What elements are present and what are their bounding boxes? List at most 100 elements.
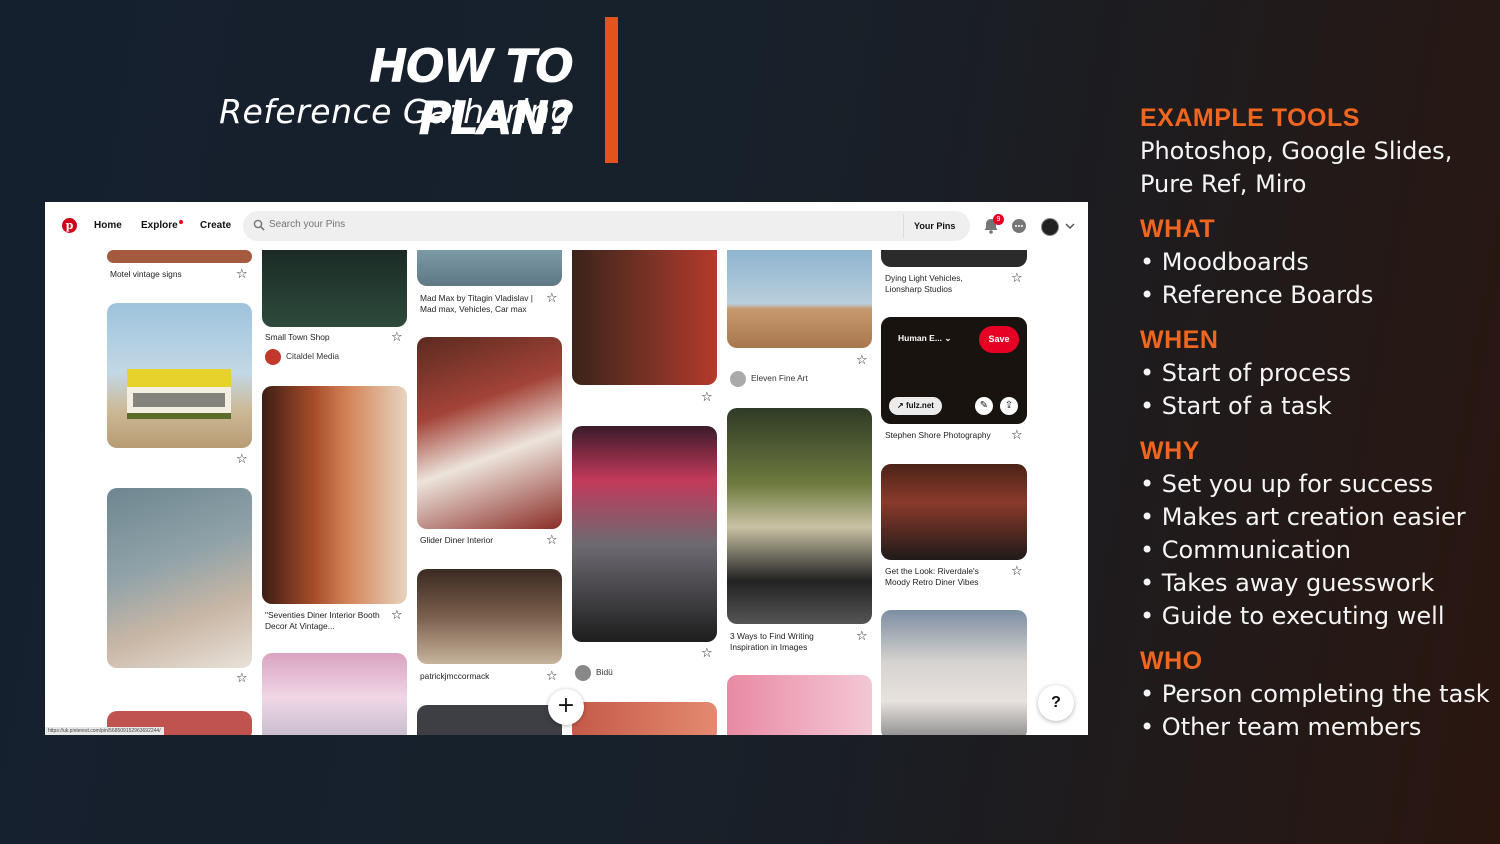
pin-image[interactable]: [417, 569, 562, 664]
list-item: Other team members: [1140, 711, 1490, 744]
pin-creator[interactable]: Eleven Fine Art: [730, 370, 808, 387]
star-icon[interactable]: ☆: [1011, 272, 1023, 285]
pin-image[interactable]: [107, 488, 252, 668]
edit-icon[interactable]: ✎: [975, 397, 993, 415]
pin-image[interactable]: [572, 426, 717, 642]
star-icon[interactable]: ☆: [546, 534, 558, 547]
why-list: Set you up for success Makes art creatio…: [1140, 468, 1490, 633]
list-item: Communication: [1140, 534, 1490, 567]
star-icon[interactable]: ☆: [856, 354, 868, 367]
status-bar-url: https://uk.pinterest.com/pin/56850915296…: [45, 727, 164, 735]
star-icon[interactable]: ☆: [1011, 565, 1023, 578]
list-item: Takes away guesswork: [1140, 567, 1490, 600]
search-scope-label: Your Pins: [914, 221, 956, 231]
nav-home[interactable]: Home: [94, 220, 122, 231]
new-indicator-dot: [178, 220, 183, 224]
pin-image[interactable]: [262, 386, 407, 604]
creator-name: Bidü: [596, 667, 613, 677]
section-heading-who: WHO: [1140, 647, 1203, 675]
pin-image[interactable]: [881, 464, 1027, 560]
pinterest-screenshot: p Home Explore Create Your Pins ⌄ 9 Mote…: [45, 202, 1088, 735]
pin-image[interactable]: [727, 250, 872, 348]
pin-image[interactable]: [417, 337, 562, 529]
pin-creator[interactable]: Citaldel Media: [265, 348, 339, 365]
pin-image[interactable]: [417, 705, 562, 735]
star-icon[interactable]: ☆: [391, 331, 403, 344]
pin-image[interactable]: [572, 702, 717, 735]
star-icon[interactable]: ☆: [546, 292, 558, 305]
pinterest-logo-icon[interactable]: p: [62, 218, 77, 233]
pin-image[interactable]: [881, 250, 1027, 267]
pin-title[interactable]: Stephen Shore Photography: [885, 430, 991, 441]
source-link-label: fulz.net: [905, 401, 934, 410]
share-icon[interactable]: ⇪: [1000, 397, 1018, 415]
notification-badge: 9: [993, 214, 1004, 225]
creator-avatar: [730, 370, 746, 387]
nav-create[interactable]: Create: [200, 220, 231, 231]
pin-image[interactable]: [262, 250, 407, 327]
pin-title[interactable]: Dying Light Vehicles, Lionsharp Studios: [885, 273, 995, 295]
list-item: Person completing the task: [1140, 678, 1490, 711]
hovered-pin[interactable]: Human E... ⌄ Save ↗ fulz.net ✎ ⇪: [881, 317, 1027, 424]
list-item: Start of a task: [1140, 390, 1490, 423]
star-icon[interactable]: ☆: [236, 672, 248, 685]
pin-title[interactable]: Get the Look: Riverdale's Moody Retro Di…: [885, 566, 1000, 588]
messages-icon[interactable]: [1009, 216, 1029, 236]
star-icon[interactable]: ☆: [236, 453, 248, 466]
search-scope-dropdown[interactable]: Your Pins ⌄: [903, 214, 970, 255]
star-icon[interactable]: ☆: [546, 670, 558, 683]
section-heading-why: WHY: [1140, 437, 1200, 465]
pin-title[interactable]: patrickjmccormack: [420, 671, 489, 682]
pin-image[interactable]: [881, 610, 1027, 735]
pin-image[interactable]: [572, 250, 717, 385]
creator-avatar: [265, 348, 281, 365]
save-button[interactable]: Save: [979, 326, 1019, 353]
nav-explore-label: Explore: [141, 220, 178, 231]
pin-title[interactable]: 3 Ways to Find Writing Inspiration in Im…: [730, 631, 840, 653]
chevron-down-icon[interactable]: [1063, 216, 1077, 236]
list-item: Set you up for success: [1140, 468, 1490, 501]
list-item: Makes art creation easier: [1140, 501, 1490, 534]
pin-image[interactable]: [107, 250, 252, 263]
star-icon[interactable]: ☆: [391, 609, 403, 622]
help-button[interactable]: ?: [1038, 685, 1074, 721]
info-panel: EXAMPLE TOOLS Photoshop, Google Slides, …: [1140, 102, 1490, 744]
nav-explore[interactable]: Explore: [141, 220, 183, 231]
pin-image[interactable]: [727, 675, 872, 735]
pin-title[interactable]: Motel vintage signs: [110, 269, 182, 280]
star-icon[interactable]: ☆: [236, 268, 248, 281]
list-item: Reference Boards: [1140, 279, 1490, 312]
pin-image[interactable]: [107, 303, 252, 448]
external-link-icon: ↗: [897, 401, 904, 410]
creator-name: Citaldel Media: [286, 351, 340, 361]
pin-image[interactable]: [417, 250, 562, 286]
search-input[interactable]: [267, 218, 871, 231]
avatar[interactable]: [1041, 218, 1059, 236]
pin-title[interactable]: Glider Diner Interior: [420, 535, 493, 546]
list-item: Start of process: [1140, 357, 1490, 390]
what-list: Moodboards Reference Boards: [1140, 246, 1490, 312]
board-name: Human E...: [898, 333, 942, 343]
pin-title[interactable]: Small Town Shop: [265, 332, 330, 343]
chevron-down-icon: ⌄: [944, 333, 952, 343]
pin-image[interactable]: [727, 408, 872, 624]
add-pin-button[interactable]: +: [548, 689, 584, 725]
who-list: Person completing the task Other team me…: [1140, 678, 1490, 744]
section-heading-tools: EXAMPLE TOOLS: [1140, 104, 1360, 132]
creator-name: Eleven Fine Art: [751, 373, 808, 383]
horseradish-stand-image: [127, 369, 231, 419]
when-list: Start of process Start of a task: [1140, 357, 1490, 423]
star-icon[interactable]: ☆: [856, 630, 868, 643]
board-select-dropdown[interactable]: Human E... ⌄: [898, 333, 951, 344]
pin-image[interactable]: [262, 653, 407, 735]
pin-title[interactable]: Mad Max by Titagin Vladislav | Mad max, …: [420, 293, 540, 315]
source-link[interactable]: ↗ fulz.net: [889, 397, 942, 415]
list-item: Moodboards: [1140, 246, 1490, 279]
creator-avatar: [575, 664, 591, 681]
star-icon[interactable]: ☆: [701, 391, 713, 404]
star-icon[interactable]: ☆: [701, 647, 713, 660]
pin-creator[interactable]: Bidü: [575, 664, 613, 681]
search-bar[interactable]: Your Pins ⌄: [243, 211, 970, 255]
star-icon[interactable]: ☆: [1011, 429, 1023, 442]
pin-title[interactable]: "Seventies Diner Interior Booth Decor At…: [265, 610, 385, 632]
